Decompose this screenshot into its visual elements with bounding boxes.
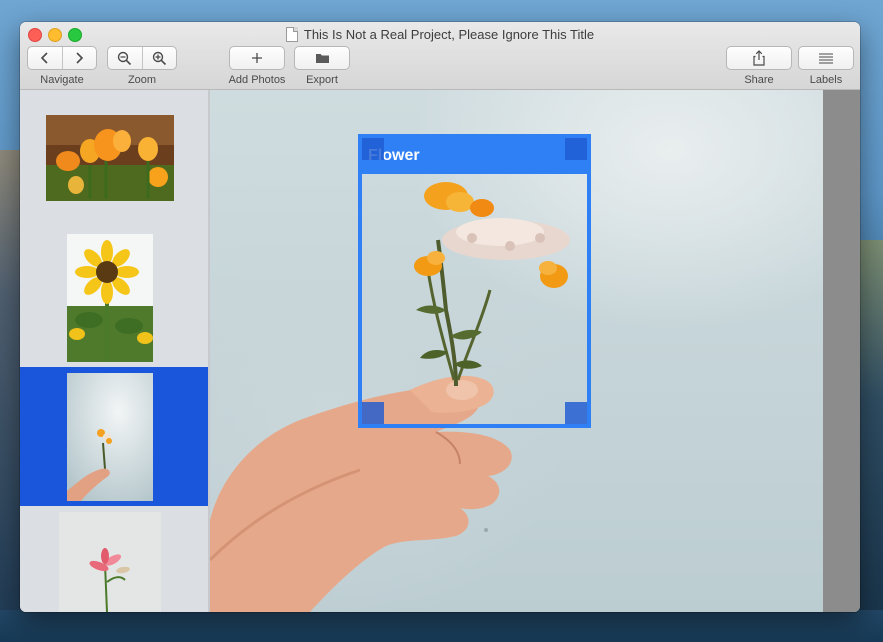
image-canvas[interactable]: Flower xyxy=(210,90,823,612)
desktop-wallpaper-bottom xyxy=(0,610,883,642)
list-icon xyxy=(819,53,833,64)
navigate-label: Navigate xyxy=(40,74,84,86)
annotation-box[interactable]: Flower xyxy=(358,134,591,428)
share-label: Share xyxy=(744,74,774,86)
tulips-thumbnail xyxy=(46,115,174,201)
chevron-left-icon xyxy=(40,52,48,64)
navigate-group: Navigate xyxy=(27,46,97,86)
zoom-out-button[interactable] xyxy=(108,47,142,69)
share-icon xyxy=(753,50,765,66)
desktop-wallpaper-left xyxy=(0,150,22,630)
photo-sidebar[interactable] xyxy=(20,90,208,612)
zoom-label: Zoom xyxy=(127,74,157,86)
window-title-area: This Is Not a Real Project, Please Ignor… xyxy=(20,25,860,43)
zoom-control xyxy=(107,46,177,70)
export-label: Export xyxy=(306,74,338,86)
zoom-in-button[interactable] xyxy=(141,47,177,69)
labels-button[interactable] xyxy=(798,46,854,70)
share-group: Share xyxy=(726,46,792,86)
canvas-right-gutter xyxy=(823,90,860,612)
export-group: Export xyxy=(294,46,350,86)
add-photos-label: Add Photos xyxy=(228,74,286,86)
thumbnail-item[interactable] xyxy=(20,90,208,228)
sunflower-thumbnail xyxy=(67,234,153,362)
zoom-group: Zoom xyxy=(107,46,177,86)
resize-handle-bottom-left[interactable] xyxy=(362,402,384,424)
export-button[interactable] xyxy=(294,46,350,70)
add-photos-group: Add Photos xyxy=(226,46,288,86)
zoom-out-icon xyxy=(118,51,132,65)
back-button[interactable] xyxy=(28,47,62,69)
resize-handle-top-left[interactable] xyxy=(362,138,384,160)
window-title: This Is Not a Real Project, Please Ignor… xyxy=(303,26,595,42)
desktop-wallpaper-right xyxy=(859,240,883,640)
forward-button[interactable] xyxy=(61,47,97,69)
labels-group: Labels xyxy=(798,46,854,86)
add-photos-button[interactable] xyxy=(229,46,285,70)
document-icon xyxy=(285,26,298,42)
annotation-label-bar[interactable]: Flower xyxy=(362,138,587,174)
thumbnail-item[interactable] xyxy=(20,508,208,612)
resize-handle-bottom-right[interactable] xyxy=(565,402,587,424)
app-window: This Is Not a Real Project, Please Ignor… xyxy=(20,22,860,612)
hand-flower-thumbnail xyxy=(67,373,153,501)
plus-icon xyxy=(252,53,262,63)
resize-handle-top-right[interactable] xyxy=(565,138,587,160)
thumbnail-item[interactable] xyxy=(20,230,208,365)
folder-icon xyxy=(315,54,329,63)
title-bar: This Is Not a Real Project, Please Ignor… xyxy=(20,22,860,90)
zoom-in-icon xyxy=(152,51,166,65)
share-button[interactable] xyxy=(726,46,792,70)
thumbnail-item-selected[interactable] xyxy=(20,367,208,506)
labels-label: Labels xyxy=(809,74,843,86)
chevron-right-icon xyxy=(76,52,84,64)
pink-flower-thumbnail xyxy=(59,512,161,612)
navigate-control xyxy=(27,46,97,70)
